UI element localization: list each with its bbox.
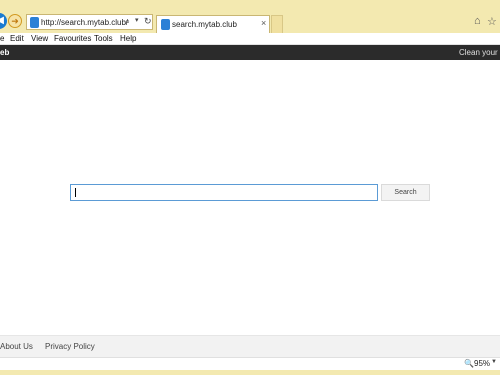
menu-view[interactable]: View (31, 33, 48, 45)
home-icon[interactable]: ⌂ (474, 15, 481, 27)
status-bar: 🔍 95% ▼ (0, 357, 500, 370)
text-caret (75, 188, 76, 197)
menu-help[interactable]: Help (120, 33, 136, 45)
window-bottom-border (0, 370, 500, 375)
search-button[interactable]: Search (381, 184, 430, 201)
refresh-icon[interactable]: ↻ (144, 16, 152, 27)
forward-button[interactable]: ➜ (8, 14, 22, 28)
zoom-level[interactable]: 95% (474, 359, 490, 369)
search-icon[interactable]: ⌕ (125, 16, 130, 27)
menu-tools[interactable]: Tools (94, 33, 113, 45)
menu-bar: e Edit View Favourites Tools Help (0, 33, 500, 45)
close-icon[interactable]: × (261, 18, 266, 28)
address-url[interactable]: http://search.mytab.club/ (41, 17, 128, 28)
clean-your-link[interactable]: Clean your M (459, 46, 500, 59)
privacy-policy-link[interactable]: Privacy Policy (45, 341, 95, 352)
favorites-star-icon[interactable]: ☆ (487, 15, 497, 28)
tab-active[interactable]: search.mytab.club × (156, 15, 270, 33)
address-bar[interactable]: http://search.mytab.club/ ⌕ ▾ ↻ (26, 14, 153, 30)
new-tab-button[interactable] (271, 15, 283, 33)
about-us-link[interactable]: About Us (0, 341, 33, 352)
page-footer: About Us Privacy Policy (0, 335, 500, 357)
site-favicon-icon (30, 17, 39, 28)
menu-favourites[interactable]: Favourites (54, 33, 91, 45)
chevron-down-icon[interactable]: ▼ (491, 359, 497, 365)
site-top-bar: eb Clean your M (0, 45, 500, 60)
chevron-down-icon[interactable]: ▾ (135, 16, 139, 24)
menu-file[interactable]: e (0, 33, 4, 45)
zoom-icon[interactable]: 🔍 (464, 359, 474, 368)
search-input[interactable] (70, 184, 378, 201)
tab-title: search.mytab.club (172, 20, 237, 29)
menu-edit[interactable]: Edit (10, 33, 24, 45)
tab-favicon-icon (161, 19, 170, 30)
site-nav-left-link[interactable]: eb (0, 46, 9, 59)
